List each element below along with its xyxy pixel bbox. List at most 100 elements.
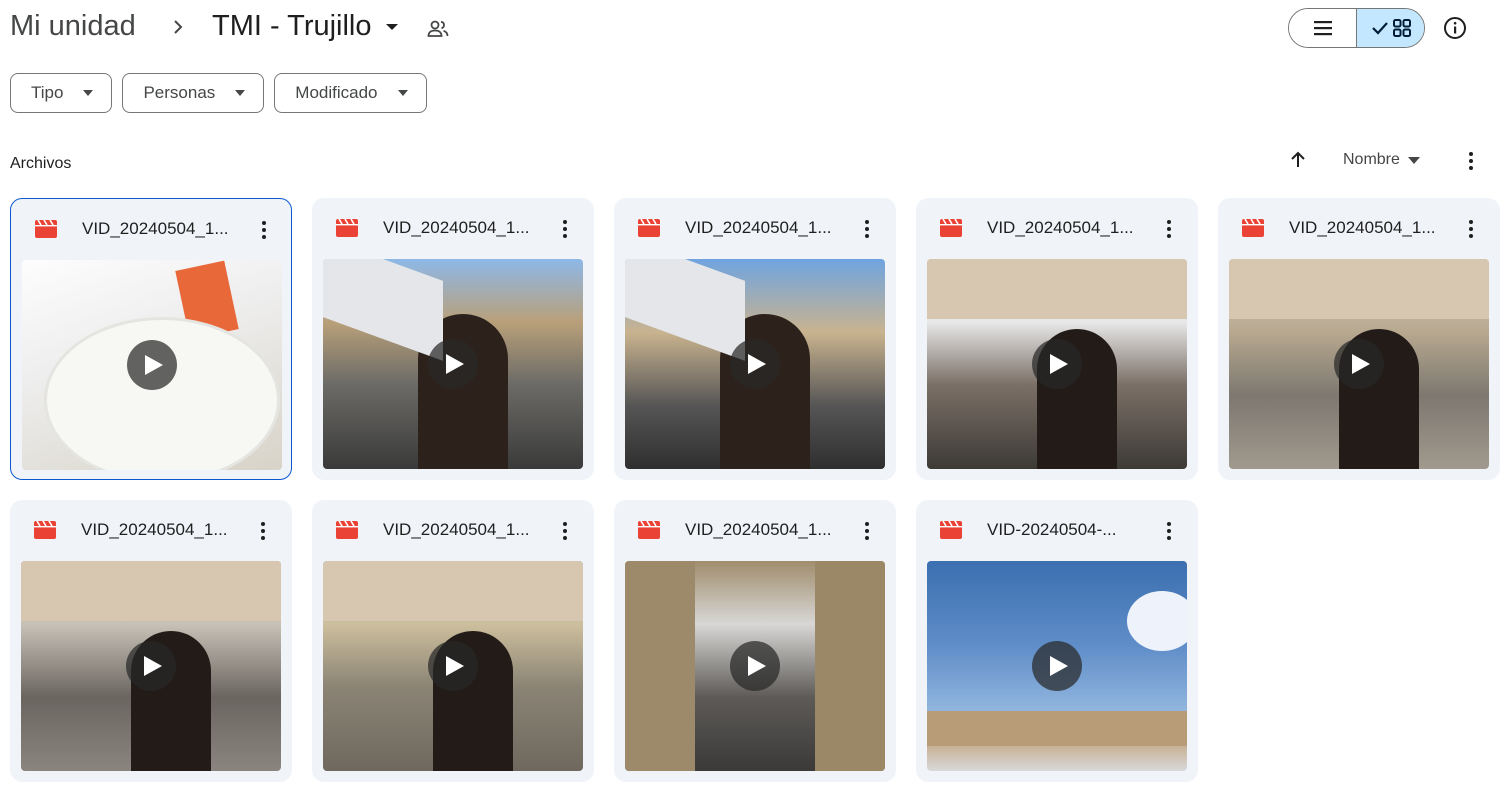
file-name: VID_20240504_1... [383,520,530,539]
building [927,259,1187,319]
play-icon [126,641,176,691]
play-icon [1032,641,1082,691]
sort-label: Nombre [1343,151,1400,168]
file-card[interactable]: VID_20240504_1... [614,500,896,782]
file-card-header: VID_20240504_1... [10,500,292,561]
play-icon [730,641,780,691]
file-card-header: VID_20240504_1... [614,500,896,561]
filter-people-label: Personas [143,83,216,102]
file-card[interactable]: VID_20240504_1... [312,198,594,480]
building [21,561,281,621]
sort-button[interactable]: Nombre [1343,151,1420,169]
building [1229,259,1489,319]
more-vert-icon[interactable] [858,218,876,240]
caret-down-icon[interactable] [385,22,399,32]
skyline [927,711,1187,746]
play-icon [730,339,780,389]
file-card-header: VID_20240504_1... [312,198,594,259]
filter-bar: Tipo Personas Modificado [10,73,427,113]
video-file-icon [940,521,962,539]
filter-type[interactable]: Tipo [10,73,113,113]
file-card-header: VID_20240504_1... [312,500,594,561]
caret-down-icon [235,90,246,96]
breadcrumb-current[interactable]: TMI - Trujillo [212,10,372,43]
file-card[interactable]: VID-20240504-... [916,500,1198,782]
video-file-icon [35,220,57,238]
wall-right [815,561,885,771]
more-vert-icon[interactable] [556,520,574,542]
tent [625,259,745,361]
building [323,561,583,621]
video-file-icon [1242,219,1264,237]
file-card-header: VID_20240504_1... [916,198,1198,259]
section-title: Archivos [10,155,72,172]
video-thumbnail[interactable] [22,260,282,470]
video-file-icon [940,219,962,237]
cloud [1127,591,1187,651]
video-thumbnail[interactable] [927,561,1187,771]
file-card-header: VID_20240504_1... [614,198,896,259]
filter-people[interactable]: Personas [122,73,265,113]
file-card-header: VID-20240504-... [916,500,1198,561]
play-icon [1334,339,1384,389]
play-icon [127,340,177,390]
play-icon [428,339,478,389]
breadcrumb-root[interactable]: Mi unidad [10,10,136,43]
video-file-icon [34,521,56,539]
people-icon[interactable] [426,17,450,41]
video-file-icon [336,521,358,539]
file-card[interactable]: VID_20240504_1... [1218,198,1500,480]
info-icon[interactable] [1441,14,1469,42]
play-icon [1032,339,1082,389]
file-card[interactable]: VID_20240504_1... [312,500,594,782]
check-icon [1371,22,1388,35]
more-vert-icon[interactable] [1160,218,1178,240]
grid-view-button[interactable] [1356,9,1424,47]
header: Mi unidad TMI - Trujillo [0,0,1503,58]
file-card-header: VID_20240504_1... [1218,198,1500,259]
play-icon [428,641,478,691]
caret-down-icon [83,90,94,96]
file-name: VID_20240504_1... [1289,218,1436,237]
filter-type-label: Tipo [31,83,64,102]
video-thumbnail[interactable] [1229,259,1489,469]
video-thumbnail[interactable] [21,561,281,771]
file-name: VID_20240504_1... [383,218,530,237]
filter-modified[interactable]: Modificado [274,73,427,113]
wall-left [625,561,695,771]
file-name: VID_20240504_1... [82,219,229,238]
video-file-icon [638,521,660,539]
caret-down-icon [1407,156,1420,164]
list-view-icon [1313,21,1332,36]
grid-view-icon [1392,19,1411,37]
more-vert-icon[interactable] [1462,218,1480,240]
file-name: VID_20240504_1... [685,520,832,539]
tent [323,259,443,361]
more-vert-icon[interactable] [1160,520,1178,542]
more-vert-icon[interactable] [1461,150,1481,172]
video-thumbnail[interactable] [323,561,583,771]
arrow-up-icon[interactable] [1288,150,1308,170]
filter-modified-label: Modificado [295,83,378,102]
video-file-icon [336,219,358,237]
video-file-icon [638,219,660,237]
video-thumbnail[interactable] [323,259,583,469]
list-view-button[interactable] [1289,9,1356,47]
file-card[interactable]: VID_20240504_1... [10,198,292,480]
view-toggle [1288,8,1425,48]
file-name: VID-20240504-... [987,520,1117,539]
more-vert-icon[interactable] [255,219,273,241]
file-card[interactable]: VID_20240504_1... [10,500,292,782]
file-name: VID_20240504_1... [81,520,228,539]
file-card[interactable]: VID_20240504_1... [614,198,896,480]
file-name: VID_20240504_1... [987,218,1134,237]
more-vert-icon[interactable] [858,520,876,542]
more-vert-icon[interactable] [556,218,574,240]
file-name: VID_20240504_1... [685,218,832,237]
video-thumbnail[interactable] [927,259,1187,469]
more-vert-icon[interactable] [254,520,272,542]
file-card[interactable]: VID_20240504_1... [916,198,1198,480]
video-thumbnail[interactable] [625,259,885,469]
caret-down-icon [397,90,408,96]
video-thumbnail[interactable] [625,561,885,771]
